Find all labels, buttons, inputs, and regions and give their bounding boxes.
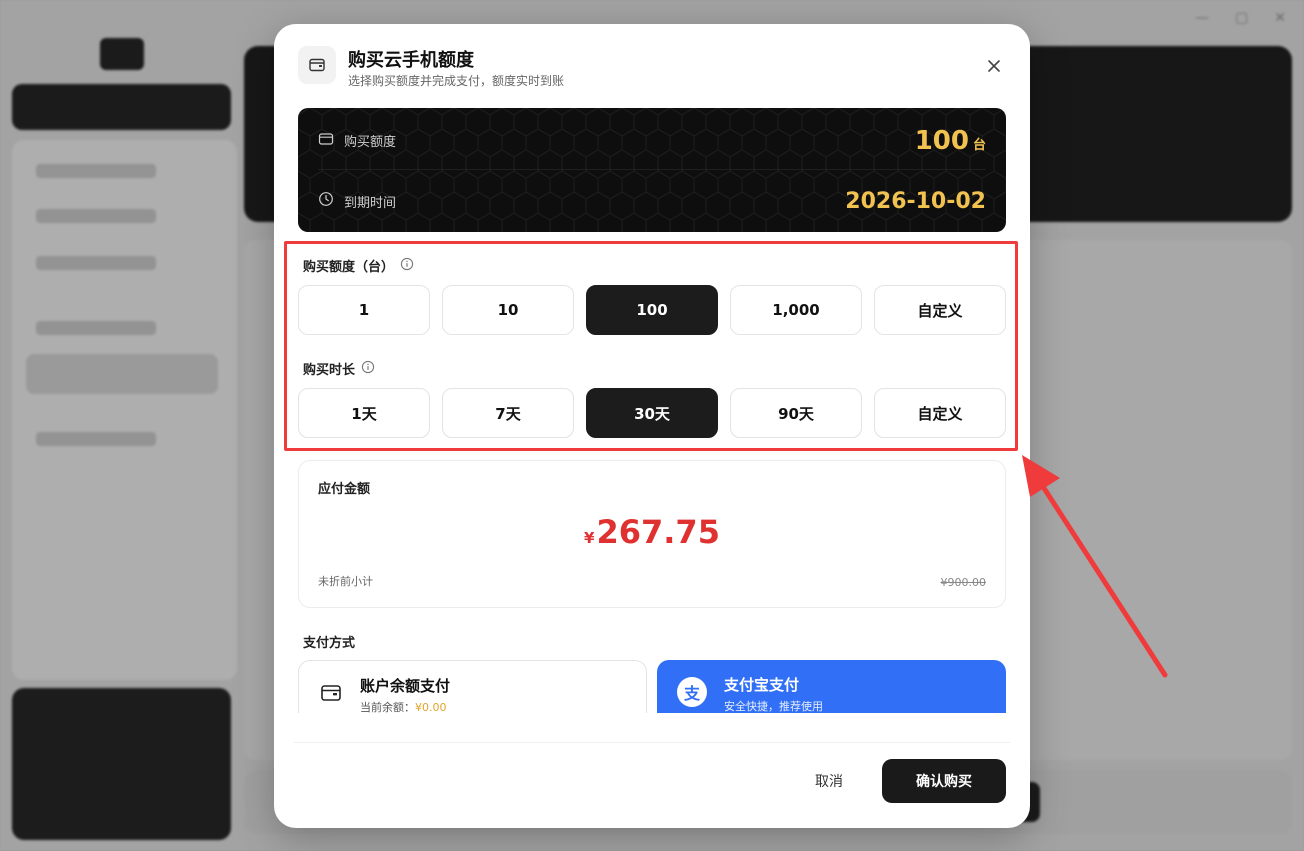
duration-options: 1天 7天 30天 90天 自定义: [298, 388, 1006, 438]
subtotal-value: ¥900.00: [940, 576, 987, 589]
purchase-modal: 购买云手机额度 选择购买额度并完成支付，额度实时到账 购买额度 100 台 到期…: [274, 24, 1030, 828]
summary-expiry-row: 到期时间 2026-10-02: [318, 172, 986, 230]
quota-option-1000[interactable]: 1,000: [730, 285, 862, 335]
duration-option-30d[interactable]: 30天: [586, 388, 718, 438]
amount-label: 应付金额: [318, 482, 371, 497]
amount-price: ¥267.75: [584, 513, 720, 551]
cancel-button[interactable]: 取消: [794, 760, 864, 802]
sidebar-item: [36, 256, 156, 270]
summary-quota-label: 购买额度: [344, 135, 397, 150]
close-icon[interactable]: [982, 54, 1006, 78]
info-icon[interactable]: [400, 257, 414, 275]
sidebar-primary-button: [12, 84, 231, 130]
footer-divider: [294, 742, 1010, 743]
purchase-summary: 购买额度 100 台 到期时间 2026-10-02: [298, 108, 1006, 232]
sidebar-item: [36, 321, 156, 335]
window-controls: — ▢ ✕: [1195, 10, 1286, 26]
summary-quota-row: 购买额度 100 台: [318, 112, 986, 170]
duration-option-90d[interactable]: 90天: [730, 388, 862, 438]
summary-expiry-value: 2026-10-02: [845, 188, 986, 214]
clock-icon: [318, 191, 334, 211]
quota-option-10[interactable]: 10: [442, 285, 574, 335]
duration-option-7d[interactable]: 7天: [442, 388, 574, 438]
alipay-icon: 支: [677, 677, 707, 707]
wallet-icon: [298, 46, 336, 84]
user-card: [12, 688, 231, 840]
info-icon[interactable]: [361, 360, 375, 378]
modal-subtitle: 选择购买额度并完成支付，额度实时到账: [348, 74, 565, 88]
modal-title: 购买云手机额度: [348, 50, 474, 71]
summary-quota-value: 100 台: [914, 125, 986, 156]
payment-method-label: 支付方式: [303, 636, 356, 651]
payment-methods: 账户余额支付 当前余额：¥0.00 支 支付宝支付 安全快捷，推荐使用: [298, 660, 1006, 713]
confirm-purchase-button[interactable]: 确认购买: [882, 759, 1006, 803]
quota-option-100[interactable]: 100: [586, 285, 718, 335]
duration-option-1d[interactable]: 1天: [298, 388, 430, 438]
app-logo: [100, 38, 144, 70]
payment-balance-sub: 当前余额：¥0.00: [360, 701, 447, 713]
wallet-icon: [319, 681, 343, 705]
quota-option-1[interactable]: 1: [298, 285, 430, 335]
sidebar-item-active: [26, 354, 218, 394]
sidebar-item: [36, 432, 156, 446]
summary-expiry-label: 到期时间: [344, 195, 397, 211]
quota-section-label: 购买额度（台）: [303, 256, 414, 275]
sidebar-item: [36, 209, 156, 223]
payment-balance-title: 账户余额支付: [360, 677, 451, 695]
payment-alipay-option[interactable]: 支 支付宝支付 安全快捷，推荐使用: [657, 660, 1006, 713]
wallet-icon: [318, 131, 334, 151]
duration-section-label: 购买时长: [303, 359, 375, 378]
sidebar-item: [36, 164, 156, 178]
payment-balance-option[interactable]: 账户余额支付 当前余额：¥0.00: [298, 660, 647, 713]
modal-header: 购买云手机额度 选择购买额度并完成支付，额度实时到账: [298, 46, 1006, 90]
payment-alipay-title: 支付宝支付: [724, 676, 800, 694]
quota-options: 1 10 100 1,000 自定义: [298, 285, 1006, 335]
quota-option-custom[interactable]: 自定义: [874, 285, 1006, 335]
payment-alipay-sub: 安全快捷，推荐使用: [724, 700, 823, 713]
duration-option-custom[interactable]: 自定义: [874, 388, 1006, 438]
subtotal-label: 未折前小计: [318, 575, 373, 588]
amount-card: 应付金额 ¥267.75 未折前小计 ¥900.00: [298, 460, 1006, 608]
